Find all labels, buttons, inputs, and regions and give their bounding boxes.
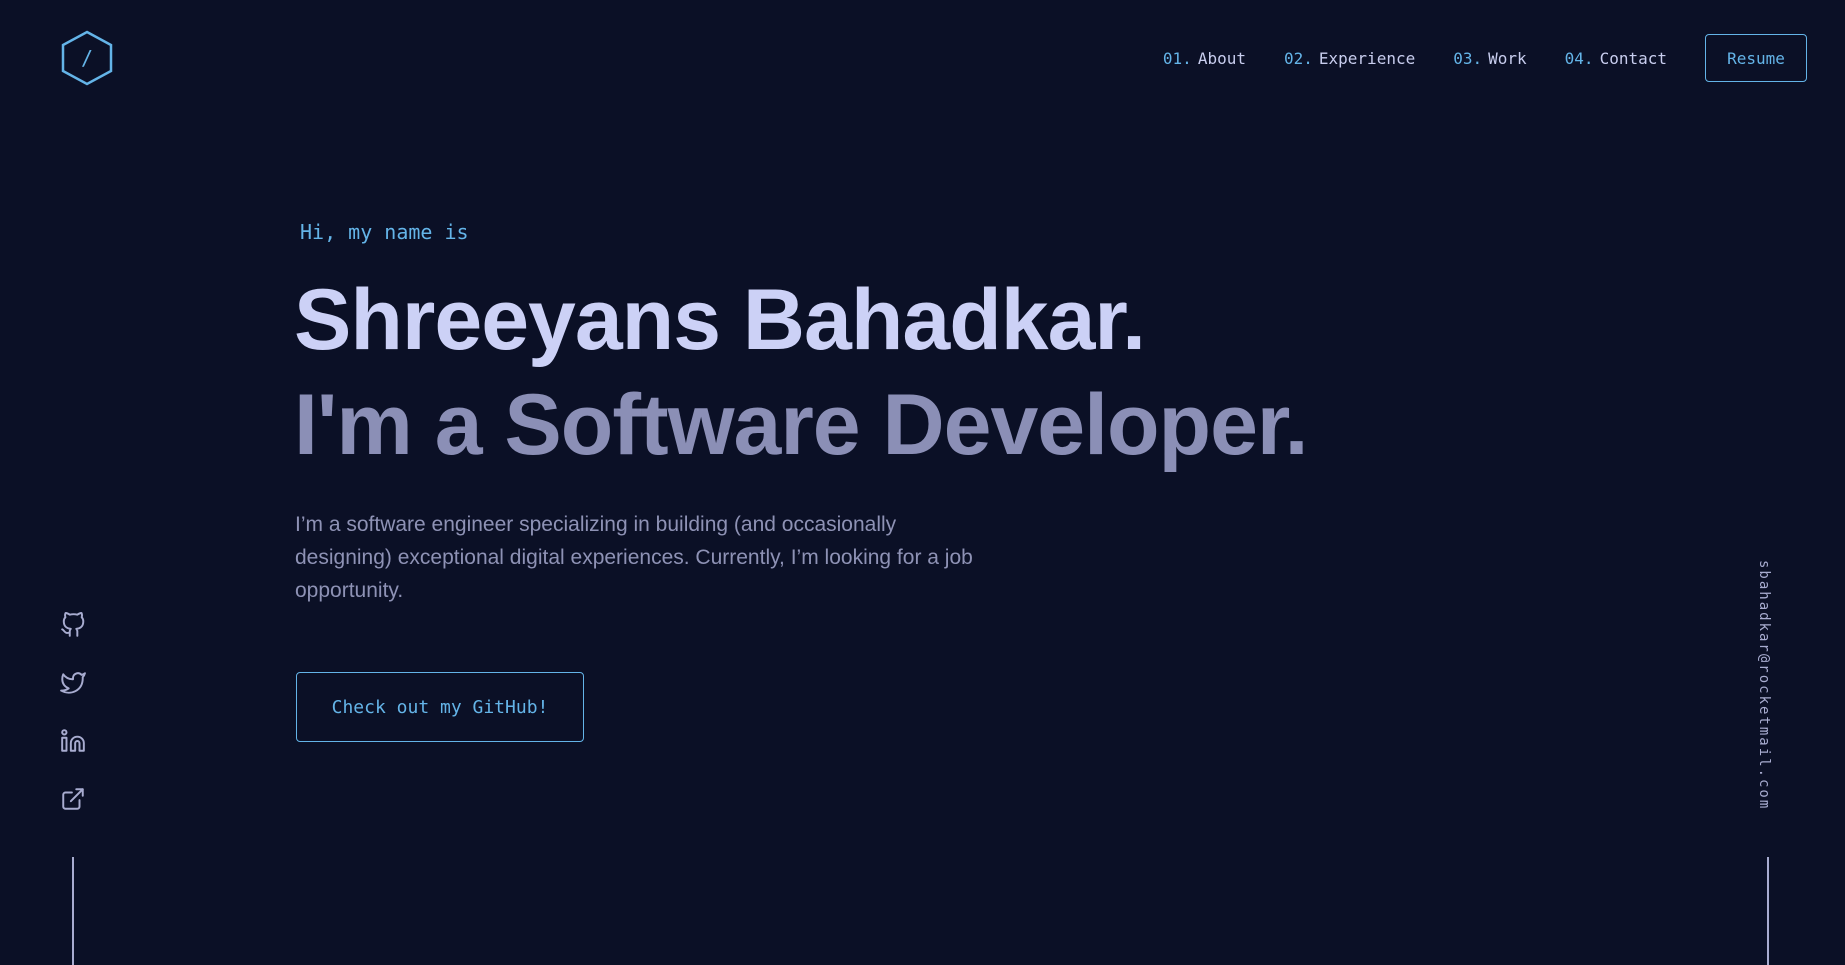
github-icon [61,612,85,637]
nav-item-work[interactable]: 03. Work [1453,49,1526,68]
email-link[interactable]: sbahadkar@rocketmail.com [1756,560,1772,810]
nav-number: 04. [1564,48,1594,68]
right-vertical-divider [1767,857,1769,965]
nav-number: 03. [1453,48,1483,68]
intro-text: Hi, my name is [300,220,469,244]
main-nav: 01. About 02. Experience 03. Work 04. Contac… [1163,34,1807,82]
logo-glyph: / [81,46,93,70]
nav-label: Contact [1599,48,1667,68]
github-link[interactable] [60,612,86,638]
left-vertical-divider [72,857,74,965]
nav-item-about[interactable]: 01. About [1163,49,1246,68]
hero-tagline: I'm a Software Developer. [294,377,1309,473]
hero-bio: I’m a software engineer specializing in … [295,513,973,602]
nav-number: 01. [1162,48,1192,68]
nav-label: Experience [1318,48,1416,68]
social-links [60,612,86,844]
hexagon-logo-icon[interactable]: / [60,30,114,86]
hero-name: Shreeyans Bahadkar. [294,272,1146,368]
external-link[interactable] [60,786,86,812]
linkedin-icon [61,729,85,752]
resume-button[interactable]: Resume [1705,34,1807,82]
nav-label: Work [1488,48,1527,68]
nav-label: About [1197,48,1246,68]
external-link-icon [62,788,84,810]
twitter-icon [60,672,86,694]
twitter-link[interactable] [60,670,86,696]
nav-item-contact[interactable]: 04. Contact [1565,49,1667,68]
nav-item-experience[interactable]: 02. Experience [1284,49,1415,68]
github-cta-button[interactable]: Check out my GitHub! [296,672,584,742]
nav-number: 02. [1283,48,1313,68]
linkedin-link[interactable] [60,728,86,754]
